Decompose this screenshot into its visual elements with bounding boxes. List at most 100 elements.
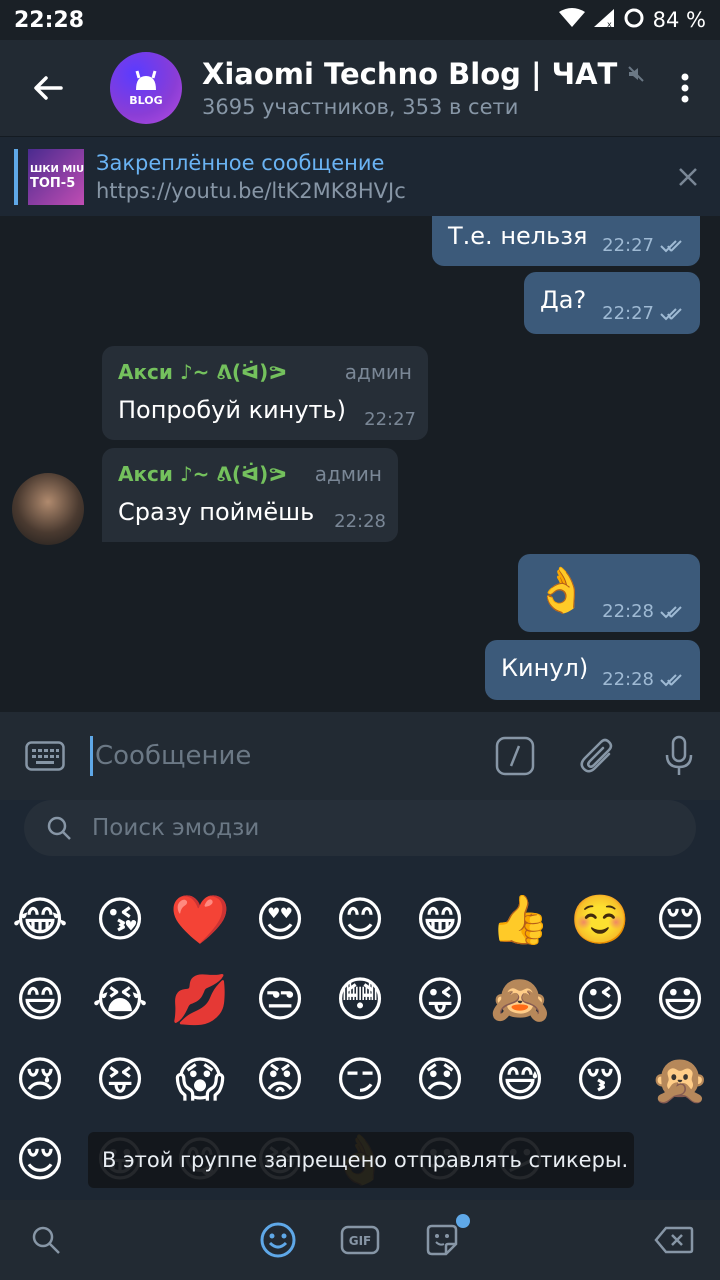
wifi-icon: [558, 7, 585, 33]
emoji-row: 😢 😝 😱 😡 😏 😞 😅 😚 🙊: [0, 1040, 720, 1120]
emoji[interactable]: 😚: [560, 1040, 640, 1120]
double-check-icon: [660, 239, 682, 252]
emoji[interactable]: 💋: [160, 960, 240, 1040]
emoji[interactable]: 🙊: [640, 1040, 720, 1120]
back-button[interactable]: [0, 40, 96, 136]
emoji-search-input[interactable]: Поиск эмодзи: [92, 815, 259, 841]
message-text: Кинул): [501, 654, 589, 682]
svg-text:x: x: [607, 20, 612, 28]
emoji-search[interactable]: Поиск эмодзи: [24, 800, 696, 856]
emoji[interactable]: 😊: [320, 880, 400, 960]
emoji[interactable]: ❤️: [160, 880, 240, 960]
emoji[interactable]: 😏: [320, 1040, 400, 1120]
text-cursor: [90, 736, 93, 776]
emoji[interactable]: 😭: [80, 960, 160, 1040]
emoji[interactable]: 😘: [80, 880, 160, 960]
search-icon: [47, 816, 71, 840]
gif-tab[interactable]: GIF: [340, 1220, 380, 1260]
message-meta: 22:28: [602, 601, 688, 622]
message-bubble-outgoing[interactable]: 👌 22:28: [518, 554, 700, 632]
smile-icon: [260, 1222, 296, 1258]
pinned-thumbnail: ШКИ MIUI 10 ТОП-5: [28, 148, 84, 205]
message-time: 22:28: [602, 601, 654, 622]
emoji[interactable]: 😄: [0, 960, 80, 1040]
message-time: 22:27: [602, 235, 654, 256]
attach-button[interactable]: [556, 736, 638, 776]
sender-name[interactable]: Акси ♪~ ᕕ(ᐛ)ᕗ: [118, 462, 287, 486]
sender-name[interactable]: Акси ♪~ ᕕ(ᐛ)ᕗ: [118, 360, 287, 384]
emoji[interactable]: 😳: [320, 960, 400, 1040]
emoji[interactable]: 😂: [0, 880, 80, 960]
user-avatar[interactable]: [12, 473, 84, 545]
message-time: 22:28: [602, 669, 654, 690]
emoji[interactable]: 😅: [480, 1040, 560, 1120]
message-text: Да?: [540, 286, 587, 314]
message-meta: 22:28: [334, 511, 386, 532]
stickers-badge-dot: [456, 1214, 470, 1228]
pinned-message[interactable]: ШКИ MIUI 10 ТОП-5 Закреплённое сообщение…: [0, 136, 720, 216]
sticker-restriction-toast: В этой группе запрещено отправлять стике…: [88, 1132, 634, 1188]
more-vertical-icon: [681, 73, 689, 103]
message-bubble-incoming[interactable]: Акси ♪~ ᕕ(ᐛ)ᕗ админ Попробуй кинуть) 22:…: [102, 346, 428, 440]
emoji[interactable]: 😡: [240, 1040, 320, 1120]
message-text: Т.е. нельзя: [448, 222, 588, 250]
status-bar: 22:28 x 84 %: [0, 0, 720, 40]
pinned-close-button[interactable]: [656, 137, 720, 217]
pinned-link: https://youtu.be/ltK2MK8HVJc: [96, 178, 406, 203]
emoji[interactable]: 😢: [0, 1040, 80, 1120]
emoji[interactable]: 😁: [400, 880, 480, 960]
emoji-panel: Поиск эмодзи 😂 😘 ❤️ 😍 😊 😁 👍 ☺️ 😔 😄 😭 💋 😒…: [0, 800, 720, 1200]
emoji[interactable]: 😝: [80, 1040, 160, 1120]
emoji[interactable]: 😔: [640, 880, 720, 960]
group-avatar[interactable]: BLOG: [110, 52, 182, 124]
stickers-tab[interactable]: [422, 1214, 470, 1260]
message-bubble-outgoing[interactable]: Да? 22:27: [524, 272, 700, 334]
emoji[interactable]: 😱: [160, 1040, 240, 1120]
backspace-icon: [654, 1226, 694, 1254]
emoji[interactable]: 😜: [400, 960, 480, 1040]
message-bubble-outgoing[interactable]: Т.е. нельзя 22:27: [432, 216, 700, 266]
emoji-search-tab[interactable]: [26, 1220, 66, 1260]
chat-title: Xiaomi Techno Blog | ЧАТ: [202, 57, 618, 91]
thumb-line-1: ШКИ MIUI 10: [30, 163, 84, 175]
message-time: 22:27: [364, 409, 416, 430]
thumb-line-2: ТОП-5: [30, 175, 76, 191]
message-meta: 22:27: [602, 235, 688, 256]
emoji[interactable]: 😌: [0, 1120, 80, 1200]
message-meta: 22:27: [602, 303, 688, 324]
emoji[interactable]: 😒: [240, 960, 320, 1040]
commands-button[interactable]: [474, 736, 556, 776]
emoji[interactable]: 😞: [400, 1040, 480, 1120]
keyboard-toggle-button[interactable]: [0, 741, 90, 771]
message-bubble-outgoing[interactable]: Кинул) 22:28: [485, 640, 700, 700]
emoji[interactable]: ☺️: [560, 880, 640, 960]
voice-record-button[interactable]: [638, 735, 720, 777]
message-list[interactable]: Т.е. нельзя 22:27 Да? 22:27 Акси ♪~ ᕕ(ᐛ)…: [0, 216, 720, 712]
emoji[interactable]: 👍: [480, 880, 560, 960]
keyboard-icon: [25, 741, 65, 771]
message-time: 22:27: [602, 303, 654, 324]
emoji[interactable]: 😃: [640, 960, 720, 1040]
chat-info[interactable]: Xiaomi Techno Blog | ЧАТ 3695 участников…: [202, 57, 645, 119]
emoji[interactable]: 🙈: [480, 960, 560, 1040]
emoji-panel-tabs: GIF: [0, 1200, 720, 1280]
arrow-left-icon: [34, 76, 63, 100]
signal-icon: x: [593, 8, 615, 33]
chat-header: BLOG Xiaomi Techno Blog | ЧАТ 3695 участ…: [0, 40, 720, 136]
emoji-row: 😄 😭 💋 😒 😳 😜 🙈 😉 😃: [0, 960, 720, 1040]
admin-badge: админ: [314, 462, 382, 486]
emoji[interactable]: 😍: [240, 880, 320, 960]
double-check-icon: [660, 605, 682, 618]
gif-icon: GIF: [340, 1225, 380, 1255]
emoji-tab[interactable]: [258, 1220, 298, 1260]
message-input[interactable]: Сообщение: [95, 741, 251, 771]
double-check-icon: [660, 307, 682, 320]
chat-subtitle: 3695 участников, 353 в сети: [202, 95, 519, 119]
emoji[interactable]: 😉: [560, 960, 640, 1040]
message-bubble-incoming[interactable]: Акси ♪~ ᕕ(ᐛ)ᕗ админ Сразу поймёшь 22:28: [102, 448, 398, 542]
backspace-button[interactable]: [654, 1220, 694, 1260]
message-meta: 22:27: [364, 409, 416, 430]
paperclip-icon: [580, 738, 613, 773]
more-menu-button[interactable]: [650, 40, 720, 136]
message-text: Попробуй кинуть): [118, 396, 347, 424]
